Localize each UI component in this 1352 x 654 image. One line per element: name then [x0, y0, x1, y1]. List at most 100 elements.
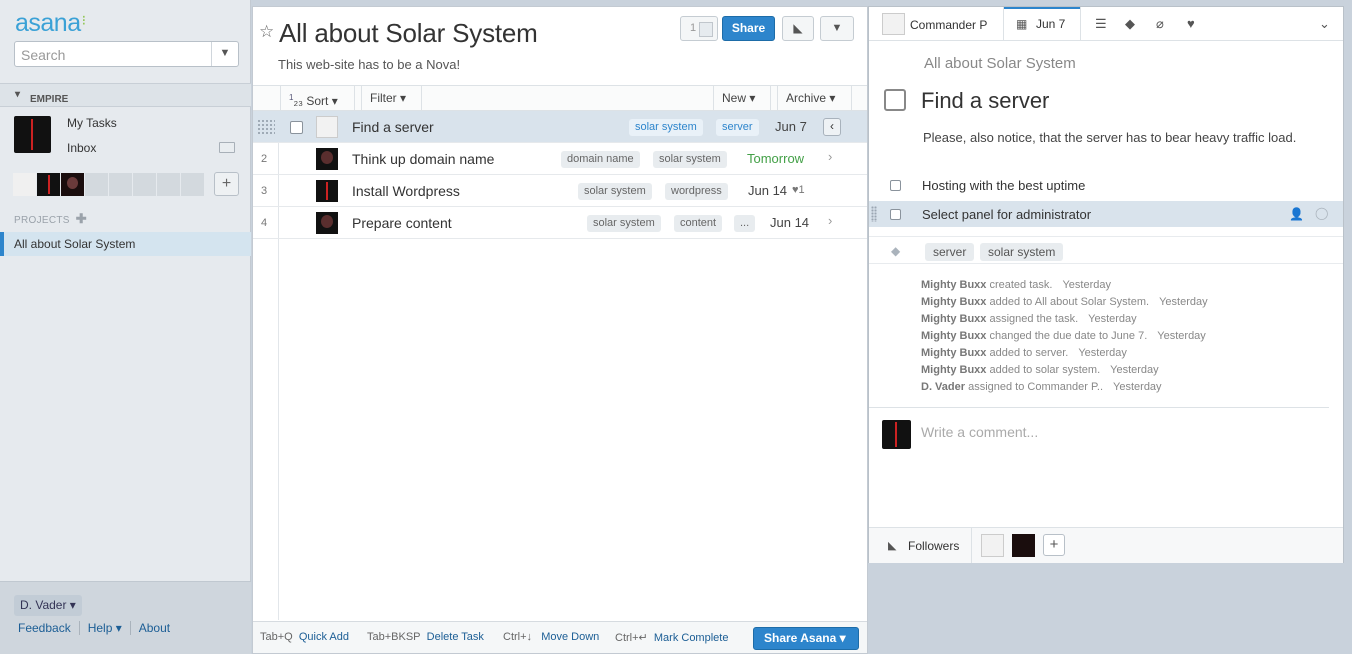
task-tag[interactable]: ...: [734, 215, 756, 232]
shortcut-item[interactable]: Ctrl+↓ Move Down: [503, 631, 599, 643]
tag-chip[interactable]: solar system: [980, 243, 1064, 261]
subtask-row[interactable]: Select panel for administrator 👤 ◯: [869, 201, 1343, 227]
member-avatar[interactable]: [13, 173, 36, 196]
sort-button[interactable]: 1₂₃ Sort ▾: [280, 86, 355, 110]
task-name[interactable]: Find a server: [352, 119, 434, 135]
asana-logo[interactable]: asana⁝: [15, 9, 86, 38]
assignee-name[interactable]: Commander P: [910, 18, 987, 32]
task-tag[interactable]: solar system: [629, 119, 703, 136]
follower-avatar[interactable]: [981, 534, 1004, 557]
sidebar-project-item[interactable]: All about Solar System: [0, 232, 251, 256]
task-complete-checkbox[interactable]: [884, 89, 906, 111]
filter-button[interactable]: Filter ▾: [361, 86, 422, 110]
task-tag[interactable]: server: [716, 119, 759, 136]
project-title[interactable]: All about Solar System: [279, 18, 538, 49]
rss-icon[interactable]: ◣: [782, 16, 814, 41]
tag-icon[interactable]: ◆: [1125, 16, 1135, 32]
chevron-right-icon[interactable]: ›: [828, 149, 832, 164]
assignee-avatar[interactable]: [316, 180, 338, 202]
assignee-avatar[interactable]: [316, 116, 338, 138]
project-description[interactable]: This web-site has to be a Nova!: [278, 57, 460, 72]
task-description[interactable]: Please, also notice, that the server has…: [923, 130, 1296, 145]
subtask-row[interactable]: Hosting with the best uptime: [869, 172, 1343, 198]
assign-icon[interactable]: 👤: [1289, 207, 1304, 221]
task-name[interactable]: Prepare content: [352, 215, 452, 231]
comment-input[interactable]: Write a comment...: [921, 424, 1038, 440]
about-link[interactable]: About: [139, 621, 170, 635]
task-detail-pane: Commander P ▦ Jun 7 ☰ ◆ ⌀ ♥ ⌄ All about …: [868, 6, 1344, 563]
paperclip-icon[interactable]: ⌀: [1156, 16, 1164, 32]
comment-icon[interactable]: ◯: [1315, 206, 1328, 220]
workspace-switcher[interactable]: EMPIRE ▾: [0, 83, 251, 107]
tag-chip[interactable]: server: [925, 243, 975, 261]
task-number: 3: [261, 185, 268, 197]
chevron-down-icon[interactable]: ⌄: [1319, 16, 1330, 32]
subtask-checkbox[interactable]: [890, 209, 901, 220]
user-menu-button[interactable]: D. Vader ▾: [14, 595, 82, 616]
story-item: Mighty Buxx added to server. Yesterday: [921, 347, 1127, 359]
member-count-button[interactable]: 1: [680, 16, 718, 41]
follower-avatar[interactable]: [1012, 534, 1035, 557]
task-due-date[interactable]: Jun 14: [748, 183, 787, 198]
inbox-link[interactable]: Inbox: [67, 141, 96, 155]
task-tag[interactable]: solar system: [587, 215, 661, 232]
task-tag[interactable]: solar system: [578, 183, 652, 200]
chevron-left-icon[interactable]: ‹: [823, 118, 841, 136]
drag-handle[interactable]: [257, 119, 275, 135]
help-link[interactable]: Help ▾: [88, 621, 122, 635]
shortcut-item[interactable]: Ctrl+↵ Mark Complete: [615, 631, 728, 644]
task-due-date[interactable]: Jun 7: [775, 119, 807, 134]
favorite-star-icon[interactable]: ☆: [259, 22, 274, 42]
subtasks-icon[interactable]: ☰: [1095, 16, 1107, 32]
feedback-link[interactable]: Feedback: [18, 621, 71, 635]
rss-icon[interactable]: ◣: [888, 539, 896, 552]
share-button[interactable]: Share: [722, 16, 775, 41]
assignee-avatar[interactable]: [316, 212, 338, 234]
task-tag[interactable]: domain name: [561, 151, 640, 168]
add-project-icon[interactable]: ✚: [76, 211, 87, 226]
team-members: [13, 173, 206, 196]
heart-icon[interactable]: ♥1: [792, 184, 805, 196]
user-avatar[interactable]: [14, 116, 51, 153]
member-avatar[interactable]: [61, 173, 84, 196]
story-item: Mighty Buxx added to All about Solar Sys…: [921, 296, 1208, 308]
add-member-button[interactable]: +: [214, 172, 239, 196]
my-tasks-link[interactable]: My Tasks: [67, 116, 117, 130]
assignee-avatar[interactable]: [882, 13, 905, 35]
task-row[interactable]: 3 Install Wordpress solar system wordpre…: [253, 175, 867, 207]
search-dropdown-icon[interactable]: ▼: [211, 42, 238, 66]
new-button[interactable]: New ▾: [713, 86, 771, 110]
subtask-name[interactable]: Hosting with the best uptime: [922, 178, 1085, 193]
subtask-name[interactable]: Select panel for administrator: [922, 207, 1091, 222]
search-input[interactable]: Search ▼: [14, 41, 239, 67]
task-tag[interactable]: wordpress: [665, 183, 728, 200]
due-date[interactable]: Jun 7: [1036, 17, 1065, 31]
task-due-date[interactable]: Jun 14: [770, 215, 809, 230]
task-due-date[interactable]: Tomorrow: [747, 151, 804, 166]
drag-handle[interactable]: [871, 206, 877, 222]
followers-label[interactable]: Followers: [908, 539, 959, 553]
share-asana-button[interactable]: Share Asana ▾: [753, 627, 859, 650]
task-title[interactable]: Find a server: [921, 88, 1049, 114]
task-name[interactable]: Think up domain name: [352, 151, 494, 167]
member-avatar[interactable]: [37, 173, 60, 196]
task-row[interactable]: 4 Prepare content solar system content .…: [253, 207, 867, 239]
chevron-right-icon[interactable]: ›: [828, 213, 832, 228]
task-name[interactable]: Install Wordpress: [352, 183, 460, 199]
add-follower-button[interactable]: +: [1043, 534, 1065, 556]
heart-icon[interactable]: ♥: [1187, 16, 1195, 31]
calendar-icon[interactable]: ▦: [1016, 17, 1027, 31]
task-project[interactable]: All about Solar System: [924, 55, 1076, 72]
task-row[interactable]: 2 Think up domain name domain name solar…: [253, 143, 867, 175]
task-tag[interactable]: content: [674, 215, 723, 232]
subtask-checkbox[interactable]: [890, 180, 901, 191]
archive-button[interactable]: Archive ▾: [777, 86, 852, 110]
task-row[interactable]: Find a server solar system server Jun 7 …: [253, 111, 867, 143]
assignee-avatar[interactable]: [316, 148, 338, 170]
shortcut-item[interactable]: Tab+Q Quick Add: [260, 631, 349, 643]
shortcut-item[interactable]: Tab+BKSP Delete Task: [367, 631, 484, 643]
task-number: 4: [261, 217, 268, 229]
task-tag[interactable]: solar system: [653, 151, 727, 168]
chevron-down-icon[interactable]: ▼: [820, 16, 854, 41]
task-checkbox[interactable]: [290, 121, 303, 134]
